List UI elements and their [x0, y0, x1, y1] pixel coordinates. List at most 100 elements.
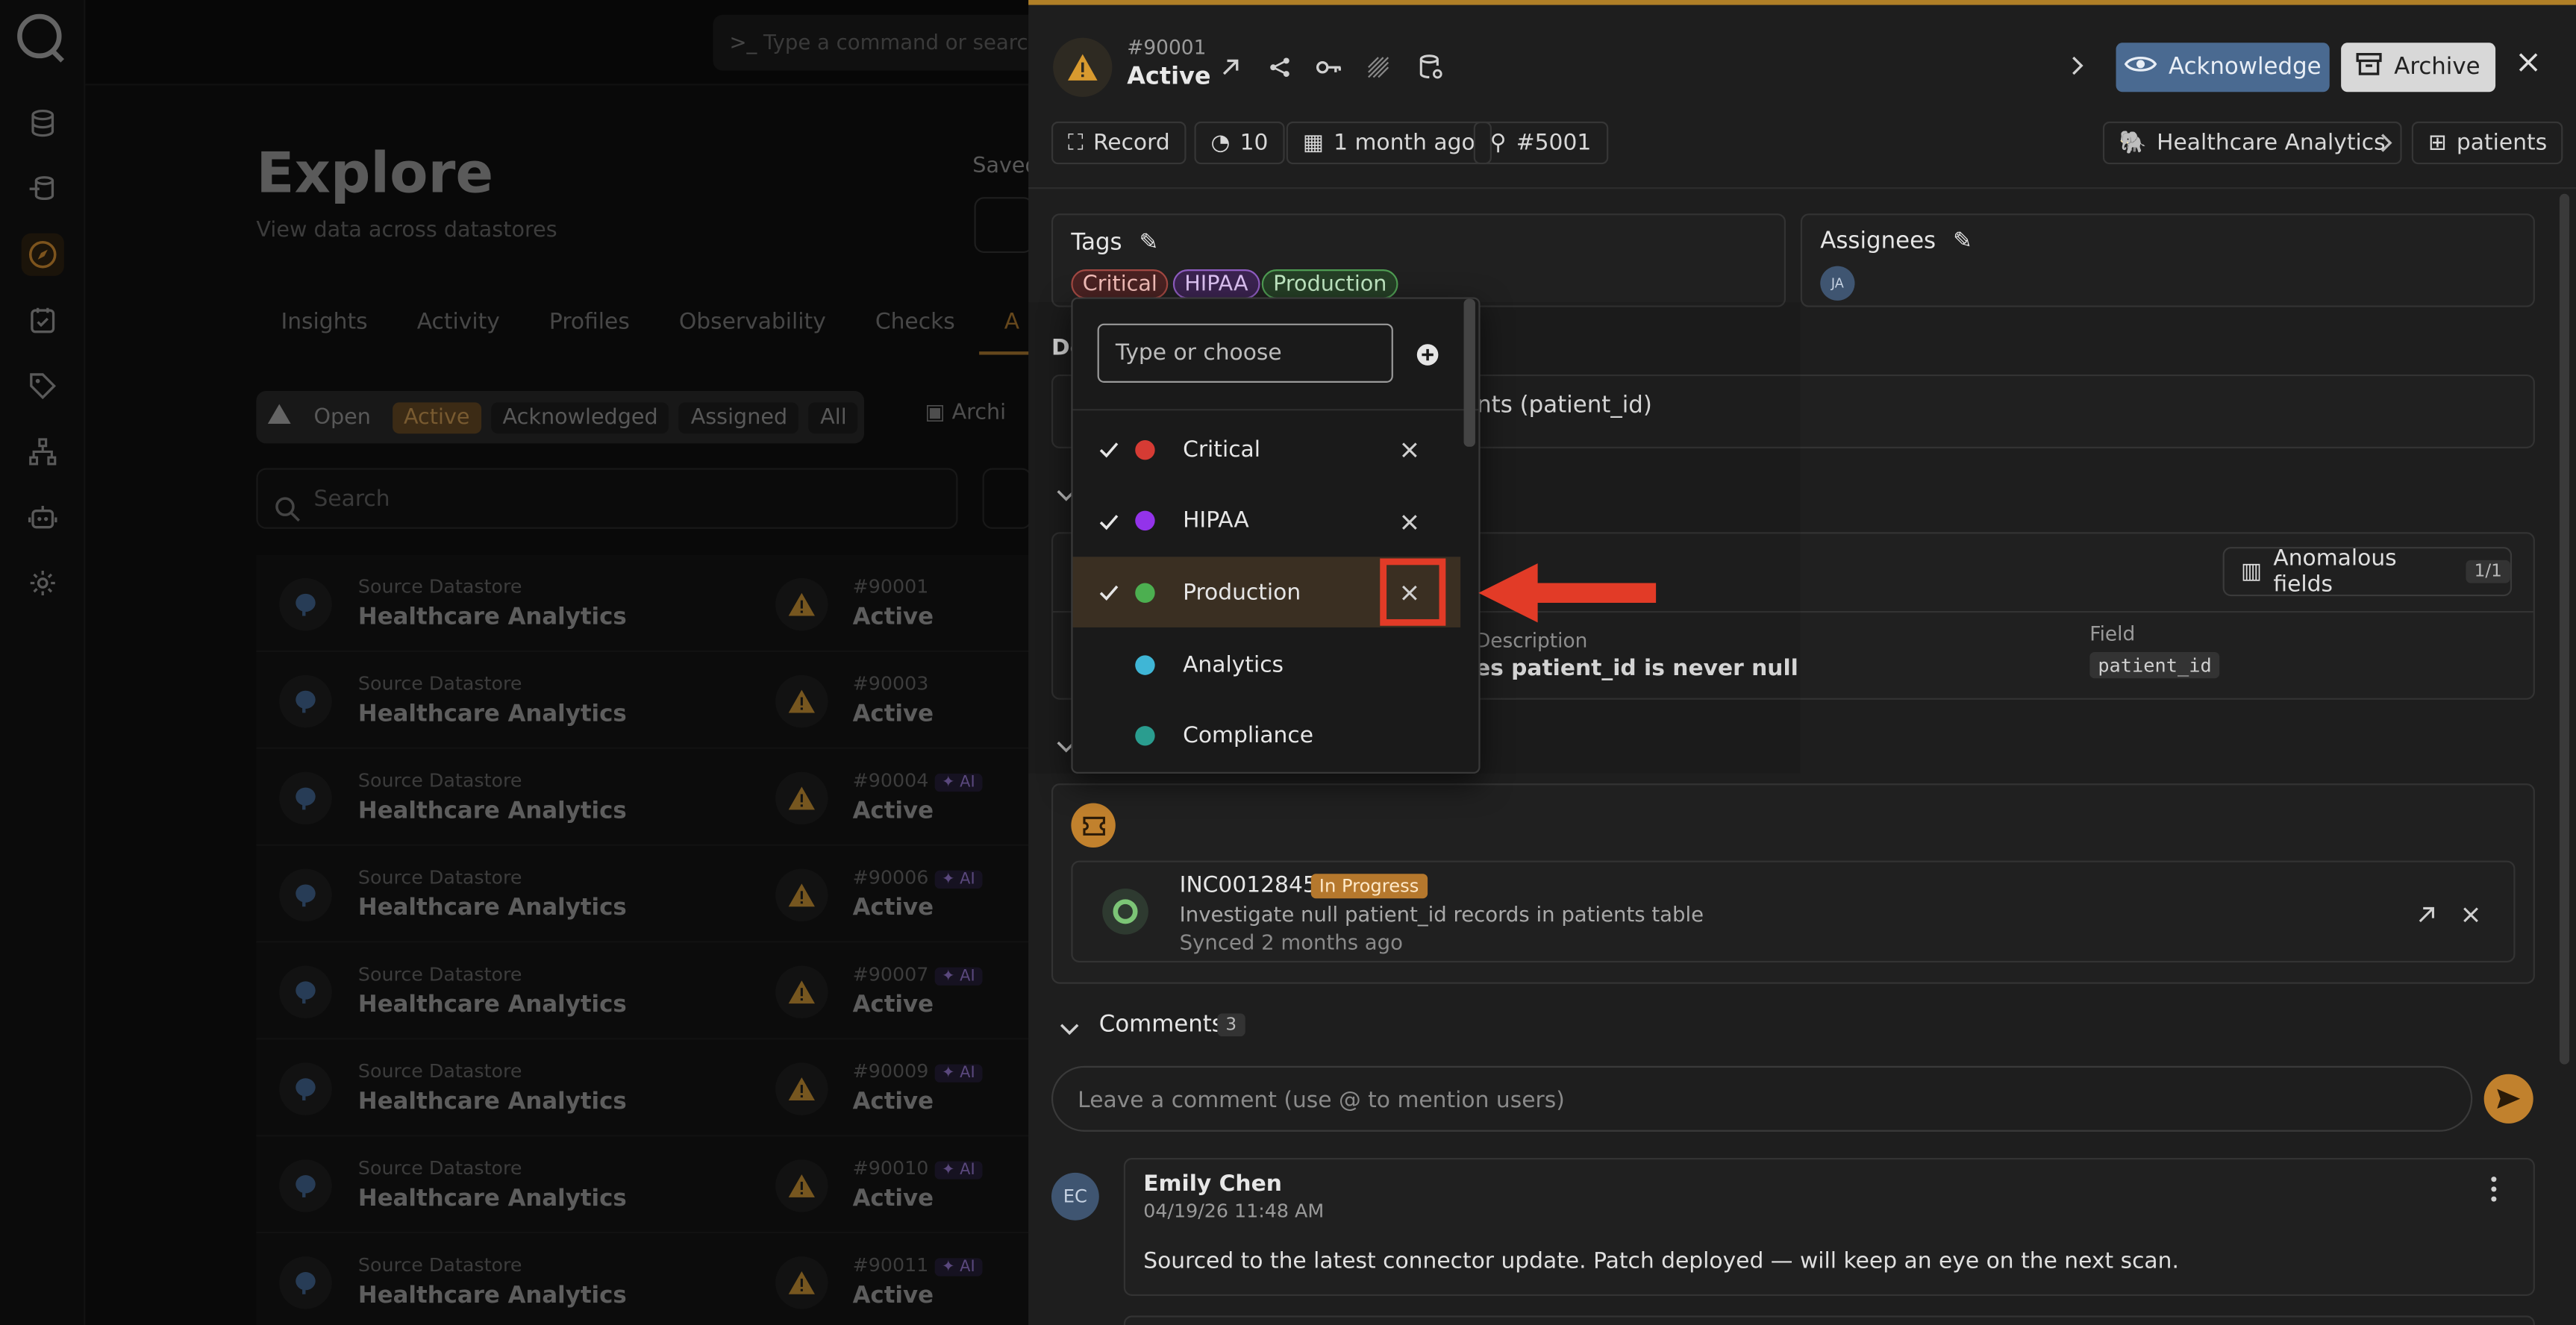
tab-insights[interactable]: Insights: [256, 292, 392, 355]
comments-count: 3: [1217, 1013, 1245, 1037]
list-item[interactable]: Source Datastore Healthcare Analytics #900…: [256, 845, 1078, 943]
add-circle-icon[interactable]: [1416, 342, 1439, 373]
saved-filter-button[interactable]: [974, 197, 1034, 254]
datastore-settings-icon[interactable]: [1416, 52, 1446, 82]
warning-icon: [266, 402, 293, 432]
filter-all[interactable]: All: [808, 401, 859, 433]
comments-label: Comments: [1098, 1012, 1224, 1039]
list-item[interactable]: Source Datastore Healthcare Analytics #900…: [256, 1039, 1078, 1137]
filter-acknowledged[interactable]: Acknowledged: [491, 401, 670, 433]
postgres-icon: [279, 868, 332, 922]
dropdown-divider: [1072, 409, 1479, 411]
more-vertical-icon[interactable]: [2490, 1176, 2497, 1209]
list-item[interactable]: Source Datastore Healthcare Analytics #900…: [256, 1136, 1078, 1234]
source-name: Healthcare Analytics: [357, 701, 627, 728]
breadcrumb-table[interactable]: ⊞ patients: [2411, 121, 2564, 165]
tag-chip[interactable]: Production: [1261, 269, 1398, 299]
chevron-right-icon[interactable]: [2066, 52, 2086, 84]
list-item[interactable]: Source Datastore Healthcare Analytics #900…: [256, 555, 1078, 652]
comment-author: Emily Chen: [1143, 1171, 1282, 1197]
acknowledge-button[interactable]: Acknowledge: [2116, 43, 2330, 93]
archived-filter[interactable]: ▣ Archi: [925, 401, 1006, 425]
ai-badge: ✦ AI: [935, 1161, 982, 1180]
app-logo-icon[interactable]: [11, 10, 67, 66]
incident-description: Investigate null patient_id records in p…: [1179, 901, 1704, 927]
share-icon[interactable]: [1265, 52, 1295, 82]
incident-synced: Synced 2 months ago: [1179, 930, 1403, 955]
postgres-icon: [279, 577, 332, 631]
send-button[interactable]: [2483, 1074, 2533, 1124]
comment-input[interactable]: Leave a comment (use @ to mention users): [1051, 1065, 2473, 1132]
checks-icon[interactable]: [22, 299, 64, 342]
tag-chip[interactable]: HIPAA: [1172, 269, 1260, 299]
archive-icon: [2357, 51, 2383, 84]
avatar[interactable]: JA: [1820, 266, 1855, 301]
key-icon[interactable]: [1314, 52, 1344, 82]
tab-activity[interactable]: Activity: [393, 292, 525, 355]
breadcrumb-datastore-label: Healthcare Analytics: [2157, 129, 2386, 157]
tab-observability[interactable]: Observability: [654, 292, 851, 355]
tab-checks[interactable]: Checks: [851, 292, 980, 355]
anomalous-fields-button[interactable]: ▥ Anomalous fields 1/1: [2222, 545, 2513, 598]
annotation-arrow-icon: [1475, 557, 1660, 636]
pencil-icon[interactable]: ✎: [1953, 228, 1972, 254]
tab-profiles[interactable]: Profiles: [525, 292, 654, 355]
incident-id[interactable]: INC0012845: [1180, 872, 1317, 898]
settings-gear-icon[interactable]: [22, 562, 64, 604]
tag-option-hipaa[interactable]: HIPAA: [1073, 486, 1461, 557]
tag-chip[interactable]: Critical: [1071, 269, 1169, 299]
list-item[interactable]: Source Datastore Healthcare Analytics #900…: [256, 748, 1078, 846]
sort-button[interactable]: [982, 468, 1032, 529]
list-item[interactable]: Source Datastore Healthcare Analytics #900…: [256, 651, 1078, 749]
status-filter-bar: Open Active Acknowledged Assigned All: [256, 390, 864, 444]
archived-label: Archi: [951, 401, 1007, 426]
tag-search-input[interactable]: Type or choose: [1097, 323, 1393, 383]
description-text: nts (patient_id): [1477, 392, 1652, 419]
check-pill[interactable]: ⚲ #5001: [1473, 121, 1608, 165]
disabled-view-icon[interactable]: [1363, 52, 1393, 82]
remove-tag-icon[interactable]: [1401, 505, 1418, 536]
datastore-icon[interactable]: [22, 101, 64, 144]
nav-rail: [0, 0, 86, 1325]
agent-robot-icon[interactable]: [22, 496, 64, 539]
unlink-close-icon[interactable]: [2461, 900, 2480, 931]
breadcrumb-datastore[interactable]: 🐘 Healthcare Analytics: [2102, 121, 2402, 165]
lineage-icon[interactable]: [22, 430, 64, 473]
search-input[interactable]: Search: [256, 468, 958, 529]
anomaly-status: Active: [852, 798, 934, 825]
dropdown-scrollbar[interactable]: [1463, 298, 1475, 447]
pencil-icon[interactable]: ✎: [1139, 230, 1159, 256]
anomaly-id: #90004 ✦ AI: [853, 768, 982, 792]
list-item[interactable]: Source Datastore Healthcare Analytics #900…: [256, 942, 1078, 1040]
ai-badge: ✦ AI: [935, 773, 982, 792]
tag-option-label: Production: [1183, 579, 1301, 607]
tag-icon[interactable]: [22, 365, 64, 407]
close-icon[interactable]: [2517, 49, 2540, 81]
explore-compass-icon[interactable]: [21, 233, 64, 276]
chevron-down-icon[interactable]: [1058, 1015, 1081, 1047]
search-placeholder: Search: [313, 486, 390, 513]
anomaly-status: Active: [852, 701, 934, 728]
tag-option-compliance[interactable]: Compliance: [1073, 701, 1461, 772]
archive-button[interactable]: Archive: [2341, 43, 2496, 93]
anomaly-id: #90010 ✦ AI: [853, 1156, 982, 1180]
search-icon: [275, 486, 301, 547]
tag-option-critical[interactable]: Critical: [1073, 414, 1461, 485]
filter-assigned[interactable]: Assigned: [679, 401, 799, 433]
enrichment-icon[interactable]: [22, 168, 64, 210]
list-item[interactable]: Source Datastore Healthcare Analytics #900…: [256, 1233, 1078, 1325]
page-subtitle: View data across datastores: [256, 218, 557, 243]
tag-option-analytics[interactable]: Analytics: [1073, 629, 1461, 700]
filter-active[interactable]: Active: [392, 401, 481, 433]
panel-scrollbar[interactable]: [2559, 193, 2570, 1065]
explore-tabs: Insights Activity Profiles Observability…: [256, 292, 1045, 355]
open-external-icon[interactable]: [1216, 52, 1245, 82]
open-external-icon[interactable]: [2416, 900, 2436, 931]
filter-open[interactable]: Open: [302, 401, 382, 433]
anomaly-id: #90011 ✦ AI: [853, 1253, 982, 1277]
source-name: Healthcare Analytics: [357, 1185, 627, 1212]
ai-badge: ✦ AI: [935, 1258, 982, 1277]
tag-option-label: Compliance: [1183, 723, 1314, 750]
remove-tag-icon[interactable]: [1401, 433, 1418, 465]
score-pill: ◔ 10: [1194, 121, 1285, 165]
